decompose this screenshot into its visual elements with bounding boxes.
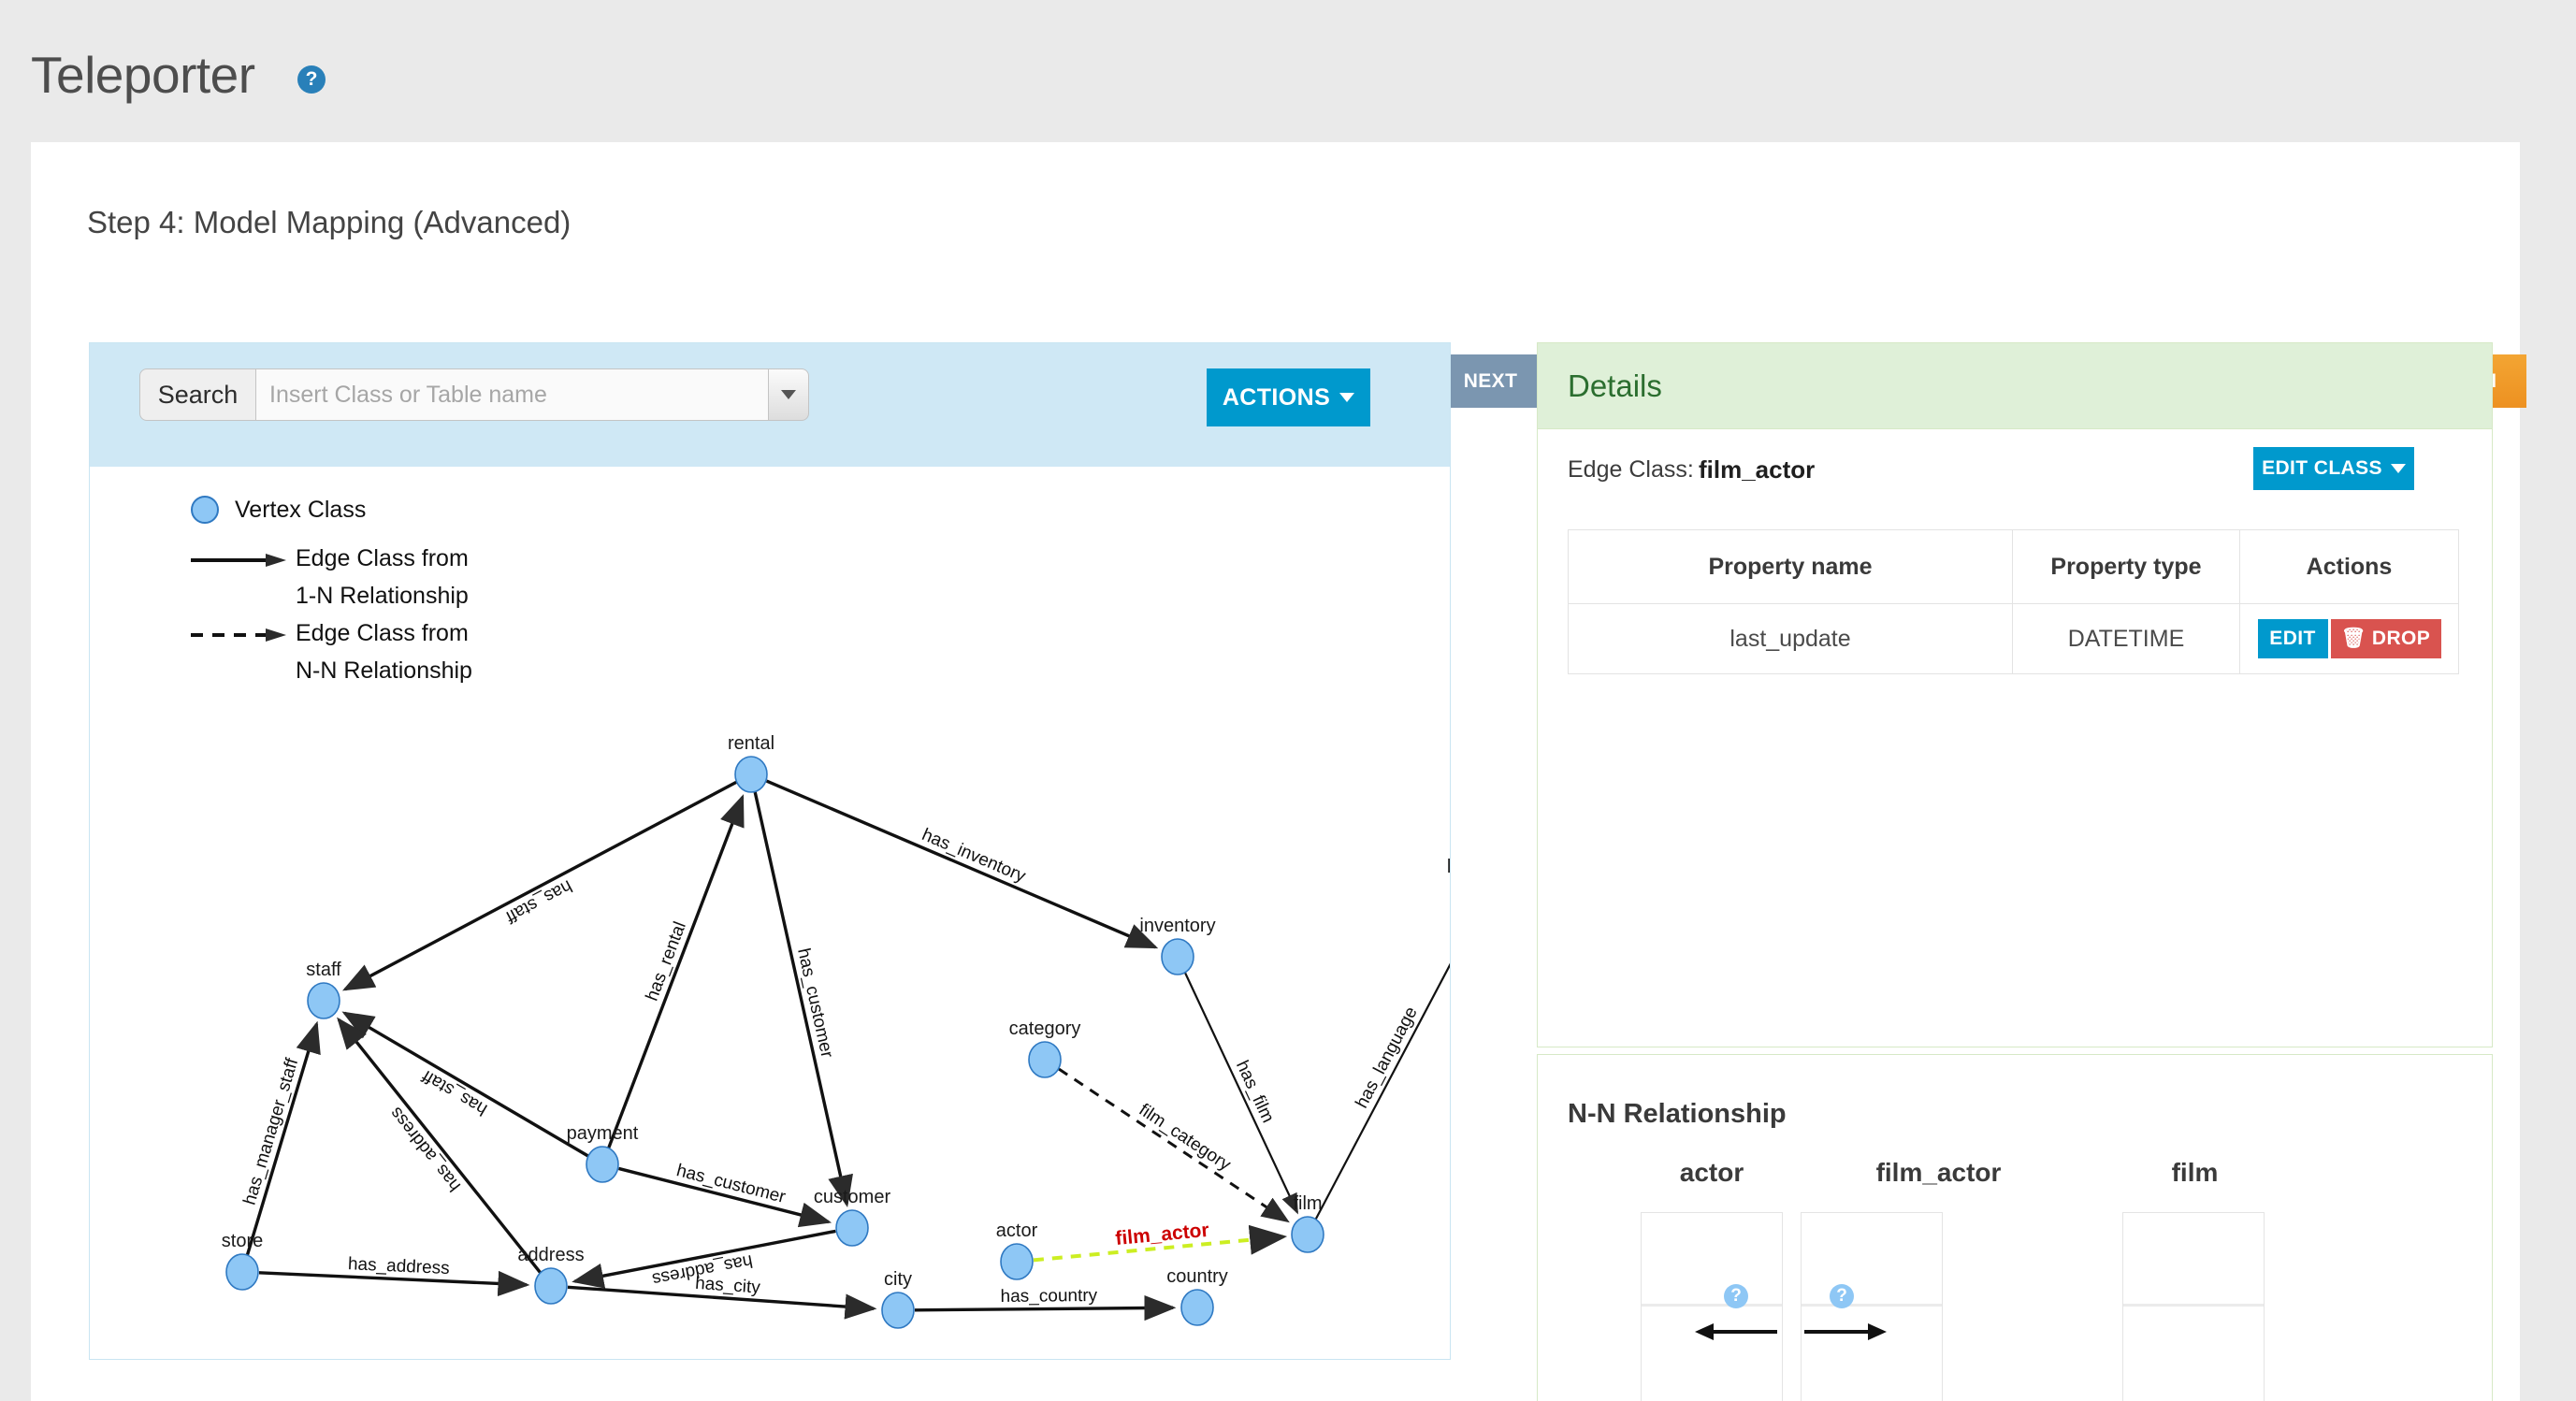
edit-class-button[interactable]: EDIT CLASS xyxy=(2253,447,2414,490)
graph-node-label-payment: payment xyxy=(567,1123,639,1144)
nn-relationship-title: N-N Relationship xyxy=(1568,1099,1787,1129)
cell-property-type: DATETIME xyxy=(2012,603,2240,674)
graph-edge-label: has_customer xyxy=(793,946,837,1061)
graph-node-label-country: country xyxy=(1166,1266,1228,1287)
edit-class-label: EDIT CLASS xyxy=(2262,457,2382,479)
edit-property-button[interactable]: EDIT xyxy=(2257,619,2328,658)
graph-edge[interactable] xyxy=(341,1011,589,1158)
table-row: last_update DATETIME EDIT 🗑 DROP xyxy=(1568,603,2459,674)
graph-edge[interactable] xyxy=(606,794,745,1149)
chevron-down-icon xyxy=(781,390,796,399)
graph-node-store[interactable] xyxy=(225,1253,259,1291)
column-header-property-name: Property name xyxy=(1568,529,2013,604)
graph-node-label-rental: rental xyxy=(728,733,774,754)
graph-edge-label: has_city xyxy=(694,1274,760,1298)
graph-node-label-language: language xyxy=(1447,857,1450,877)
top-bar: Teleporter ? xyxy=(0,0,2576,142)
graph-edge-label: has_inventory xyxy=(919,825,1028,887)
graph-edge[interactable] xyxy=(753,790,853,1207)
details-panel: Details Edge Class: film_actor EDIT CLAS… xyxy=(1537,342,2493,1047)
graph-edge[interactable] xyxy=(337,1017,543,1274)
next-button[interactable]: NEXT xyxy=(1441,354,1540,408)
nn-relationship-panel: N-N Relationship actor film_actor film ?… xyxy=(1537,1054,2493,1401)
app-title: Teleporter xyxy=(31,46,255,104)
graph-edge-label: has_address xyxy=(348,1254,451,1278)
details-title: Details xyxy=(1568,368,1662,403)
search-group: Search xyxy=(139,368,809,421)
graph-node-label-store: store xyxy=(222,1231,263,1251)
search-input[interactable] xyxy=(256,368,769,421)
graph-node-label-category: category xyxy=(1009,1018,1081,1039)
trash-icon: 🗑 xyxy=(2340,628,2366,649)
graph-node-category[interactable] xyxy=(1028,1041,1062,1078)
graph-edge-label: film_actor xyxy=(1114,1220,1209,1249)
nn-box-film-actor[interactable] xyxy=(1801,1212,1943,1401)
edge-class-row: Edge Class: film_actor xyxy=(1568,455,1815,484)
graph-node-label-inventory: inventory xyxy=(1139,916,1215,936)
drop-property-button[interactable]: 🗑 DROP xyxy=(2330,619,2441,658)
app-window: Teleporter ? Step 4: Model Mapping (Adva… xyxy=(0,0,2576,1401)
graph-svg[interactable]: has_staffhas_rental has_customerhas_inven… xyxy=(90,467,1524,1359)
cell-property-name: last_update xyxy=(1568,603,2013,674)
arrow-left-icon xyxy=(1695,1322,1779,1347)
graph-node-city[interactable] xyxy=(881,1292,915,1329)
search-label: Search xyxy=(139,368,256,421)
nn-col-label-actor: actor xyxy=(1679,1158,1744,1187)
graph-node-staff[interactable] xyxy=(307,982,340,1019)
property-table: Property name Property type Actions last… xyxy=(1568,529,2459,674)
graph-node-payment[interactable] xyxy=(586,1146,619,1183)
graph-node-label-city: city xyxy=(884,1269,912,1290)
nn-help-icon-right[interactable]: ? xyxy=(1830,1284,1854,1308)
graph-node-address[interactable] xyxy=(534,1267,568,1305)
graph-node-label-address: address xyxy=(517,1245,584,1265)
search-dropdown-toggle[interactable] xyxy=(769,368,809,421)
graph-node-inventory[interactable] xyxy=(1161,938,1194,975)
graph-node-label-staff: staff xyxy=(306,960,341,980)
graph-toolbar: Search ACTIONS xyxy=(90,343,1450,467)
edge-class-value: film_actor xyxy=(1699,455,1816,484)
column-header-property-type: Property type xyxy=(2012,529,2240,604)
graph-node-label-actor: actor xyxy=(996,1220,1038,1241)
drop-property-label: DROP xyxy=(2371,628,2431,649)
edge-class-label: Edge Class: xyxy=(1568,456,1694,483)
graph-edge-label: has_country xyxy=(1001,1286,1098,1307)
graph-node-label-film: film xyxy=(1293,1193,1322,1214)
nn-col-label-film-actor: film_actor xyxy=(1875,1158,2002,1187)
table-header-row: Property name Property type Actions xyxy=(1568,529,2459,604)
graph-edge-label: film_category xyxy=(1136,1100,1235,1175)
graph-edge-label: has_film xyxy=(1232,1058,1278,1126)
content-sheet: Step 4: Model Mapping (Advanced) PREV NE… xyxy=(31,142,2526,1401)
graph-node-country[interactable] xyxy=(1180,1289,1214,1326)
graph-node-customer[interactable] xyxy=(835,1209,869,1247)
graph-edge[interactable] xyxy=(1183,971,1298,1215)
actions-button[interactable]: ACTIONS xyxy=(1207,368,1370,426)
graph-edge-label: has_customer xyxy=(674,1161,788,1207)
graph-node-actor[interactable] xyxy=(1000,1243,1034,1280)
graph-node-label-customer: customer xyxy=(814,1187,891,1207)
graph-edge[interactable] xyxy=(914,1294,1177,1322)
graph-canvas[interactable]: has_staff has_rental has_customer has_inven… xyxy=(90,467,1524,1359)
graph-panel: Search ACTIONS Vertex Class xyxy=(89,342,1524,1360)
column-header-actions: Actions xyxy=(2239,529,2459,604)
nn-box-film[interactable] xyxy=(2122,1212,2265,1401)
arrow-right-icon xyxy=(1802,1322,1887,1347)
graph-edge-label: has_language xyxy=(1352,1004,1421,1111)
graph-edge[interactable] xyxy=(765,779,1159,949)
actions-button-label: ACTIONS xyxy=(1222,383,1331,411)
nn-help-icon-left[interactable]: ? xyxy=(1724,1284,1748,1308)
graph-edge-label: has_manager_staff xyxy=(240,1056,303,1207)
graph-node-film[interactable] xyxy=(1291,1216,1324,1253)
chevron-down-icon xyxy=(2390,464,2406,473)
help-icon[interactable]: ? xyxy=(297,65,326,94)
chevron-down-icon xyxy=(1339,393,1355,402)
page-title: Step 4: Model Mapping (Advanced) xyxy=(87,205,572,239)
graph-edge-label: has_rental xyxy=(643,919,690,1004)
nn-col-label-film: film xyxy=(2171,1158,2219,1187)
cell-actions: EDIT 🗑 DROP xyxy=(2239,603,2459,674)
graph-node-rental[interactable] xyxy=(734,756,768,793)
details-header: Details xyxy=(1538,343,2492,429)
nn-box-actor[interactable] xyxy=(1641,1212,1783,1401)
graph-edge-label: has_address xyxy=(386,1104,465,1195)
